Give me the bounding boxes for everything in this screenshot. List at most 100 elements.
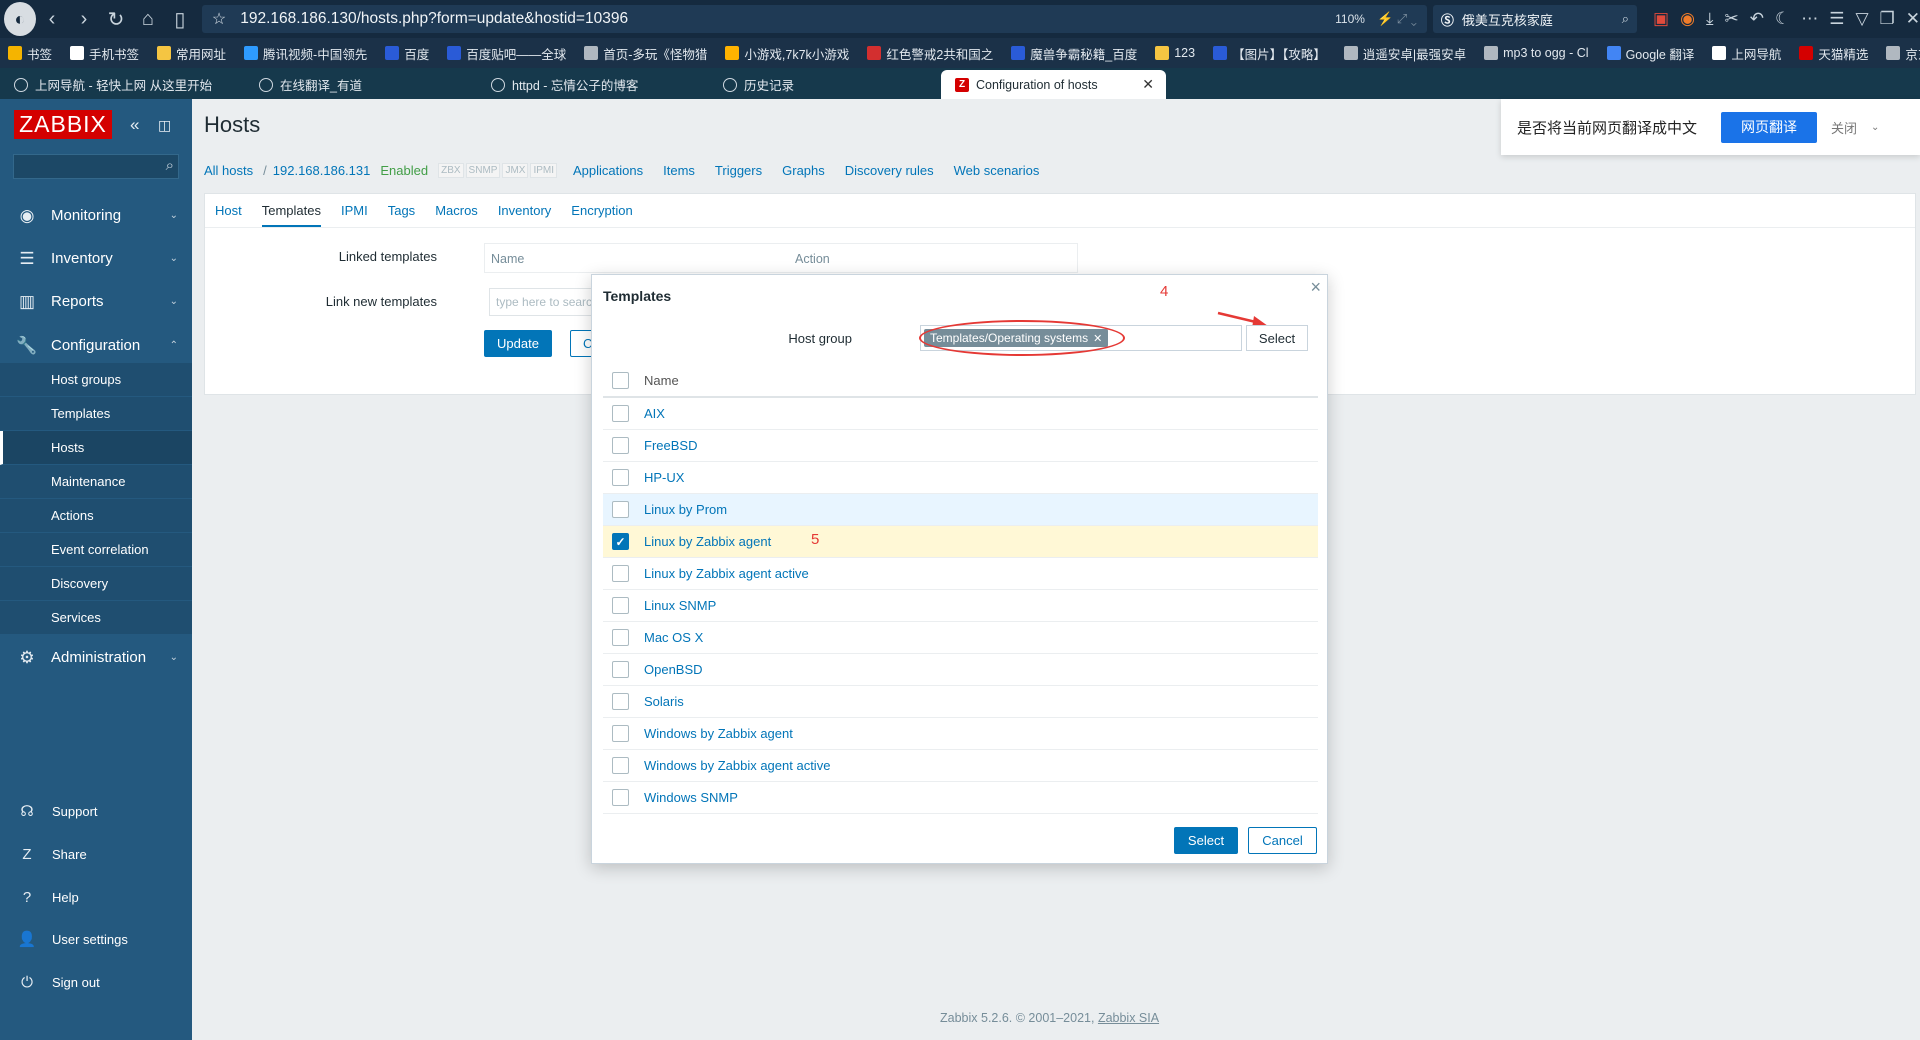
tab-encryption[interactable]: Encryption (571, 195, 632, 226)
zabbix-logo[interactable]: ZABBIX (14, 110, 112, 139)
zoom-level[interactable]: 110% (1335, 12, 1365, 26)
bookmark-item[interactable]: 【图片】【攻略】 (1213, 44, 1326, 63)
translate-button[interactable]: 网页翻译 (1721, 111, 1818, 143)
bookmark-item[interactable]: 逍遥安卓|最强安卓 (1343, 44, 1466, 63)
url-text[interactable]: 192.168.186.130/hosts.php?form=update&ho… (240, 10, 628, 28)
template-name[interactable]: Windows by Zabbix agent (644, 726, 793, 741)
template-name[interactable]: HP-UX (644, 470, 684, 485)
search-engine-box[interactable]: Ⓢ 俄美互克核家庭 ⌕ (1432, 5, 1638, 33)
template-checkbox[interactable] (612, 789, 629, 806)
table-row[interactable]: HP-UX (603, 462, 1318, 494)
close-window-icon[interactable]: ✕ (1906, 9, 1920, 29)
close-tab-icon[interactable]: ✕ (1142, 76, 1154, 93)
template-checkbox[interactable] (612, 693, 629, 710)
bookmark-item[interactable]: mp3 to ogg - Cl (1484, 46, 1589, 60)
submenu-item[interactable]: Discovery (0, 567, 192, 601)
template-name[interactable]: Linux SNMP (644, 598, 716, 613)
tab-tags[interactable]: Tags (388, 195, 415, 226)
submenu-item[interactable]: Templates (0, 397, 192, 431)
table-row[interactable]: Linux by Prom (603, 494, 1318, 526)
host-group-select-button[interactable]: Select (1246, 325, 1308, 351)
template-name[interactable]: FreeBSD (644, 438, 697, 453)
template-name[interactable]: Linux by Prom (644, 502, 727, 517)
table-row[interactable]: FreeBSD (603, 430, 1318, 462)
more-icon[interactable]: ⋯ (1801, 9, 1818, 29)
dialog-cancel-button[interactable]: Cancel (1248, 827, 1317, 854)
submenu-item[interactable]: Maintenance (0, 465, 192, 499)
table-row[interactable]: Windows SNMP (603, 782, 1318, 814)
browser-tab[interactable]: Z Configuration of hosts ✕ (941, 70, 1166, 99)
template-name[interactable]: Mac OS X (644, 630, 703, 645)
host-link-graphs[interactable]: Graphs (782, 163, 825, 178)
breadcrumb-all-hosts[interactable]: All hosts (204, 163, 253, 178)
template-checkbox[interactable] (612, 725, 629, 742)
bookmark-item[interactable]: 红色警戒2共和国之 (867, 44, 993, 63)
bookmark-item[interactable]: 天猫精选 (1799, 44, 1868, 63)
pdf-icon[interactable]: ▣ (1653, 9, 1669, 29)
sidebar-footer-sign-out[interactable]: ⏻ Sign out (0, 962, 192, 1002)
template-checkbox[interactable] (612, 597, 629, 614)
table-row[interactable]: Windows by Zabbix agent (603, 718, 1318, 750)
bookmark-item[interactable]: 首页-多玩《怪物猎 (584, 44, 707, 63)
browser-tab[interactable]: 在线翻译_有道 (245, 70, 477, 99)
template-name[interactable]: AIX (644, 406, 665, 421)
bookmark-item[interactable]: 百度贴吧——全球 (447, 44, 566, 63)
table-row[interactable]: Windows by Zabbix agent active (603, 750, 1318, 782)
home-icon[interactable]: ⌂ (132, 0, 164, 38)
bookmark-item[interactable]: 书签 (8, 44, 52, 63)
moon-icon[interactable]: ☾ (1775, 9, 1790, 29)
address-tools-icon[interactable]: ⚡ ⤢ ⌄ (1377, 11, 1417, 27)
collapse-sidebar-icon[interactable]: « (130, 115, 139, 135)
sidebar-item-configuration[interactable]: 🔧 Configuration ⌃ (0, 324, 192, 367)
sidebar-footer-support[interactable]: ☊ Support (0, 791, 192, 831)
select-all-checkbox[interactable] (612, 372, 629, 389)
template-name[interactable]: Linux by Zabbix agent (644, 534, 771, 549)
table-row[interactable]: OpenBSD (603, 654, 1318, 686)
restore-icon[interactable]: ❐ (1880, 9, 1895, 29)
host-link-applications[interactable]: Applications (573, 163, 643, 178)
submenu-item[interactable]: Hosts (0, 431, 192, 465)
scissors-icon[interactable]: ✂ (1724, 9, 1738, 29)
template-checkbox[interactable]: ✓ (612, 533, 629, 550)
template-name[interactable]: Solaris (644, 694, 684, 709)
host-link-items[interactable]: Items (663, 163, 695, 178)
table-row[interactable]: Solaris (603, 686, 1318, 718)
template-name[interactable]: Windows by Zabbix agent active (644, 758, 830, 773)
submenu-item[interactable]: Services (0, 601, 192, 635)
template-checkbox[interactable] (612, 661, 629, 678)
bookmark-item[interactable]: 小游戏,7k7k小游戏 (725, 44, 849, 63)
search-icon[interactable]: ⌕ (1622, 11, 1629, 27)
sidebar-search-input[interactable]: ⌕ (13, 154, 179, 179)
breadcrumb-host[interactable]: 192.168.186.131 (273, 163, 371, 178)
sidebar-item-reports[interactable]: ▥ Reports ⌄ (0, 280, 192, 323)
tab-templates[interactable]: Templates (261, 195, 321, 227)
close-icon[interactable]: × (1310, 277, 1321, 298)
browser-tab[interactable]: 上网导航 - 轻快上网 从这里开始 (0, 70, 245, 99)
table-row[interactable]: Linux SNMP (603, 590, 1318, 622)
tab-host[interactable]: Host (215, 195, 242, 226)
table-row[interactable]: Mac OS X (603, 622, 1318, 654)
bookmark-item[interactable]: 百度 (385, 44, 429, 63)
footer-link[interactable]: Zabbix SIA (1098, 1011, 1159, 1025)
template-checkbox[interactable] (612, 469, 629, 486)
host-link-web-scenarios[interactable]: Web scenarios (954, 163, 1040, 178)
sidebar-footer-share[interactable]: Z Share (0, 834, 192, 874)
template-name[interactable]: Windows SNMP (644, 790, 738, 805)
tab-inventory[interactable]: Inventory (498, 195, 551, 226)
reload-icon[interactable]: ↻ (100, 0, 132, 38)
browser-logo-icon[interactable]: ◐ (4, 2, 36, 36)
forward-icon[interactable]: › (68, 0, 100, 38)
sidebar-footer-help[interactable]: ? Help (0, 877, 192, 917)
tab-macros[interactable]: Macros (435, 195, 478, 226)
search-icon[interactable]: ⌕ (166, 157, 174, 174)
bookmark-item[interactable]: 123 (1155, 46, 1195, 60)
bookmark-item[interactable]: 常用网址 (157, 44, 226, 63)
submenu-item[interactable]: Host groups (0, 363, 192, 397)
template-checkbox[interactable] (612, 437, 629, 454)
table-row[interactable]: Linux by Zabbix agent active (603, 558, 1318, 590)
browser-tab[interactable]: httpd - 忘情公子的博客 (477, 70, 709, 99)
bookmark-item[interactable]: 手机书签 (70, 44, 139, 63)
bookmark-item[interactable]: 上网导航 (1712, 44, 1781, 63)
template-name[interactable]: Linux by Zabbix agent active (644, 566, 809, 581)
sidebar-item-inventory[interactable]: ☰ Inventory ⌄ (0, 237, 192, 280)
